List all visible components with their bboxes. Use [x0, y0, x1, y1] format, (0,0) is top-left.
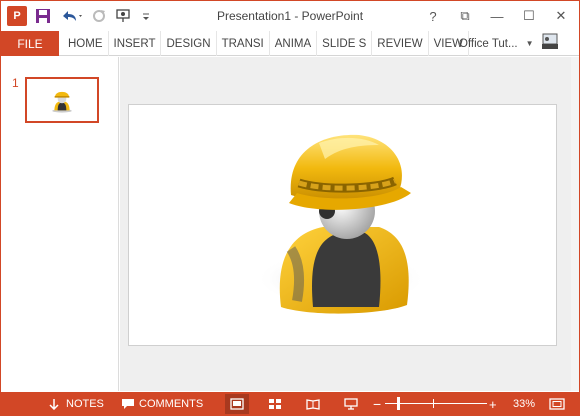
zoom-slider-track — [385, 403, 487, 404]
zoom-level[interactable]: 33% — [513, 392, 535, 415]
slide-sorter-icon — [269, 399, 281, 409]
slide-sorter-view-button[interactable] — [263, 394, 287, 414]
tab-insert[interactable]: INSERT — [109, 31, 162, 56]
tab-file[interactable]: FILE — [1, 31, 59, 56]
reading-view-button[interactable] — [301, 394, 325, 414]
zoom-slider-center-tick — [433, 399, 434, 408]
zoom-in-button[interactable]: + — [489, 392, 497, 415]
tab-design[interactable]: DESIGN — [161, 31, 217, 56]
slide-show-icon — [344, 398, 358, 410]
ribbon-tab-list: HOME INSERT DESIGN TRANSI ANIMA SLIDE S … — [63, 31, 470, 56]
powerpoint-window: P Presentation1 - PowerPoint ? ⧉ — ☐ ✕ F… — [0, 0, 580, 416]
status-bar: NOTES COMMENTS − + 33% — [1, 392, 579, 415]
zoom-out-button[interactable]: − — [373, 392, 382, 415]
help-icon[interactable]: ? — [421, 5, 445, 27]
tab-slide-show[interactable]: SLIDE S — [317, 31, 373, 56]
vertical-scrollbar[interactable] — [571, 57, 579, 391]
title-bar: P Presentation1 - PowerPoint ? ⧉ — ☐ ✕ — [1, 1, 579, 31]
reading-view-icon — [306, 399, 320, 410]
account-menu[interactable]: Office Tut... ▼ — [459, 31, 560, 56]
user-avatar-icon — [540, 32, 560, 55]
slide-editing-pane — [120, 57, 579, 391]
zoom-slider-thumb[interactable] — [397, 397, 400, 410]
comments-icon — [122, 399, 134, 409]
zoom-slider[interactable] — [385, 392, 487, 415]
notes-icon — [49, 399, 59, 410]
slide-show-button[interactable] — [339, 394, 363, 414]
slide-canvas[interactable] — [128, 104, 557, 346]
maximize-icon[interactable]: ☐ — [517, 5, 541, 27]
tab-transitions[interactable]: TRANSI — [217, 31, 270, 56]
tab-review[interactable]: REVIEW — [372, 31, 429, 56]
worker-avatar-thumbnail-icon — [52, 91, 72, 113]
chevron-down-icon: ▼ — [525, 39, 534, 48]
comments-button[interactable]: COMMENTS — [121, 392, 204, 415]
account-name: Office Tut... — [459, 37, 518, 50]
notes-button[interactable]: NOTES — [47, 392, 104, 415]
notes-label: NOTES — [66, 398, 104, 410]
window-controls: ? ⧉ — ☐ ✕ — [413, 5, 573, 27]
slide-thumbnail[interactable] — [25, 77, 99, 123]
slide-number: 1 — [12, 76, 19, 90]
tab-home[interactable]: HOME — [63, 31, 109, 56]
minimize-icon[interactable]: — — [485, 5, 509, 27]
slide-thumbnail-pane: 1 — [1, 57, 119, 391]
fit-slide-button[interactable] — [545, 394, 569, 414]
close-icon[interactable]: ✕ — [549, 5, 573, 27]
ribbon-tabs: FILE HOME INSERT DESIGN TRANSI ANIMA SLI… — [1, 31, 579, 56]
normal-view-icon — [230, 398, 244, 410]
construction-worker-avatar[interactable] — [261, 129, 431, 319]
normal-view-button[interactable] — [225, 394, 249, 414]
fit-to-window-icon — [549, 398, 565, 410]
tab-animations[interactable]: ANIMA — [270, 31, 318, 56]
zoom-out-label: − — [373, 396, 382, 412]
zoom-in-label: + — [489, 396, 497, 412]
comments-label: COMMENTS — [139, 398, 204, 410]
ribbon-display-options-icon[interactable]: ⧉ — [453, 5, 477, 27]
